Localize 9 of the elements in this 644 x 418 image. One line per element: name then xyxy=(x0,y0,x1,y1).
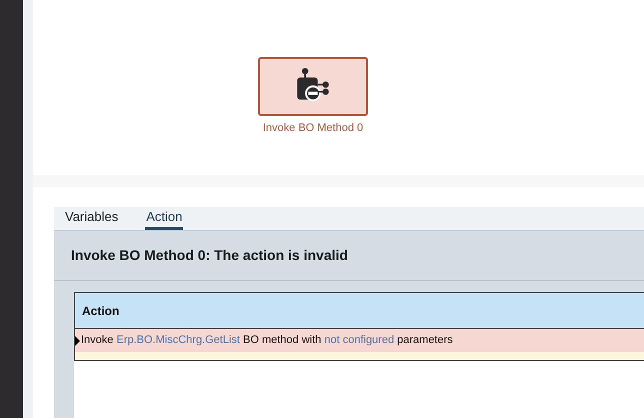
workflow-node[interactable] xyxy=(258,57,368,116)
link[interactable]: not configured xyxy=(324,334,394,346)
table-row[interactable]: Invoke Erp.BO.MiscChrg.GetList BO method with not configured parameters xyxy=(75,329,644,360)
tab[interactable]: Variables xyxy=(64,207,120,230)
link[interactable]: Erp.BO.MiscChrg.GetList xyxy=(116,334,240,346)
node-label: Invoke BO Method 0 xyxy=(262,121,364,136)
panel-title: Invoke BO Method 0: The action is invalid xyxy=(71,246,348,265)
column-header: Action xyxy=(75,293,644,329)
action-description: Invoke Erp.BO.MiscChrg.GetList BO method with not configured parameters xyxy=(81,333,453,348)
